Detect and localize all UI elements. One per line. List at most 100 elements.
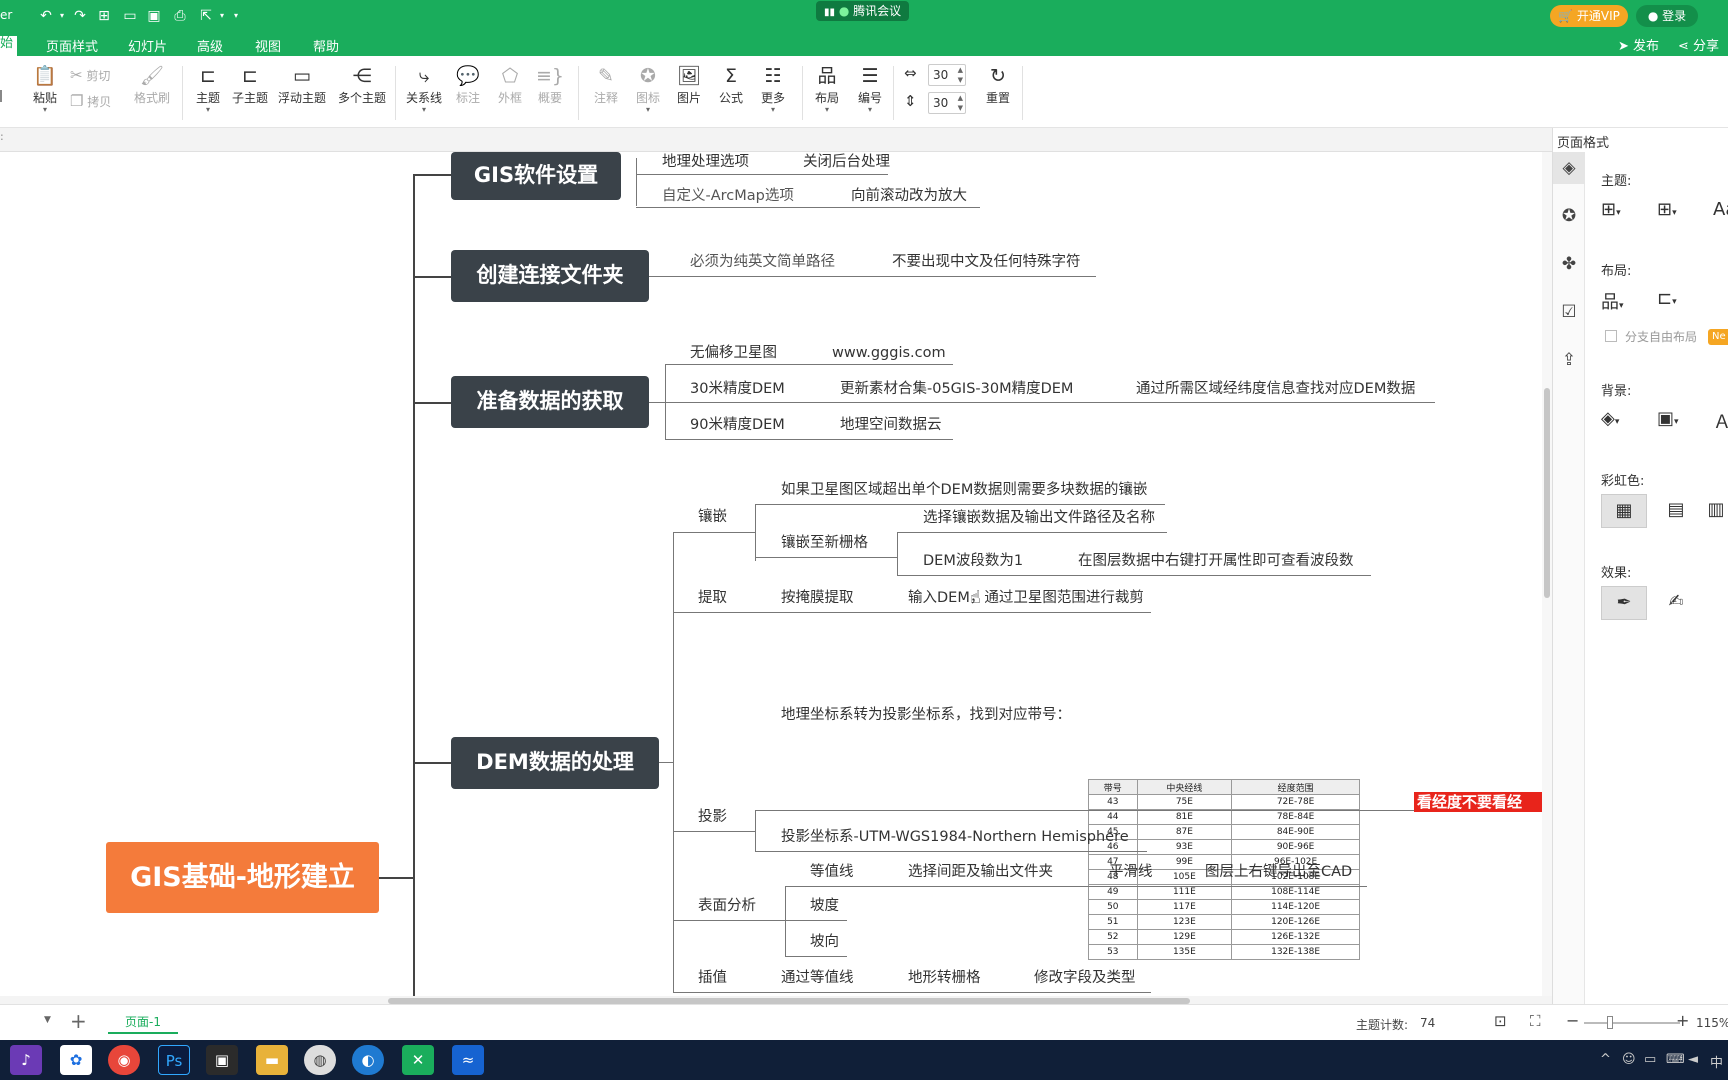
- background-image-icon[interactable]: ▣▾: [1657, 408, 1679, 429]
- login-button[interactable]: ● 登录: [1636, 5, 1698, 27]
- branch-label[interactable]: 投影: [698, 807, 727, 827]
- multi-topic-button[interactable]: ⋲ 多个主题: [338, 62, 386, 124]
- branch-label[interactable]: 通过等值线: [781, 968, 854, 988]
- branch-label[interactable]: 选择间距及输出文件夹: [908, 862, 1053, 882]
- clover-icon[interactable]: ✤: [1553, 248, 1585, 280]
- float-topic-button[interactable]: ▭ 浮动主题: [278, 62, 326, 124]
- branch-label[interactable]: 修改字段及类型: [1034, 968, 1136, 988]
- camera-app-icon[interactable]: ▣: [206, 1045, 238, 1075]
- mindmap-app-icon[interactable]: ✕: [402, 1045, 434, 1075]
- spin-arrows-icon[interactable]: ▲ ▼: [958, 93, 963, 113]
- tray-user-icon[interactable]: ☺: [1622, 1052, 1636, 1067]
- undo-dropdown-icon[interactable]: ▾: [54, 8, 70, 24]
- undo-icon[interactable]: ↶: [38, 8, 54, 24]
- branch-label[interactable]: 按掩膜提取: [781, 588, 854, 608]
- tab-slides[interactable]: 幻灯片: [128, 36, 167, 55]
- branch-label[interactable]: 通过所需区域经纬度信息查找对应DEM数据: [1136, 379, 1415, 399]
- zoom-level[interactable]: 115%: [1696, 1016, 1728, 1030]
- tab-help[interactable]: 帮助: [313, 36, 339, 55]
- theme-layout-icon[interactable]: ⊞▾: [1657, 199, 1677, 220]
- branch-label[interactable]: 镶嵌: [698, 507, 727, 527]
- topic-create-folder[interactable]: 创建连接文件夹: [451, 250, 649, 302]
- more-button[interactable]: ☷ 更多 ▾: [751, 62, 795, 124]
- ime-language[interactable]: 中: [1710, 1052, 1723, 1071]
- branch-label[interactable]: 地理坐标系转为投影坐标系，找到对应带号：: [781, 705, 1071, 725]
- network-app-icon[interactable]: ✿: [60, 1045, 92, 1075]
- page-tab[interactable]: 页面-1: [108, 1010, 178, 1034]
- file-explorer-icon[interactable]: ▬: [256, 1045, 288, 1075]
- font-style-icon[interactable]: Aa: [1713, 199, 1728, 220]
- mindmap-canvas[interactable]: GIS基础-地形建立 GIS软件设置 地理处理选项 关闭后台处理 自定义-Arc…: [0, 152, 1552, 1000]
- tab-start[interactable]: 始: [0, 36, 18, 56]
- branch-label[interactable]: 选择镶嵌数据及输出文件路径及名称: [923, 508, 1155, 528]
- zoom-in-icon[interactable]: +: [1676, 1011, 1689, 1030]
- branch-label[interactable]: 在图层数据中右键打开属性即可查看波段数: [1078, 551, 1354, 571]
- share-button[interactable]: ⋖ 分享: [1678, 35, 1719, 54]
- theme-grid-icon[interactable]: ⊞▾: [1601, 199, 1621, 220]
- save-icon[interactable]: ▣: [146, 8, 162, 24]
- tab-view[interactable]: 视图: [255, 36, 281, 55]
- publish-button[interactable]: ➤ 发布: [1618, 35, 1659, 54]
- rainbow-grid-option[interactable]: ▦: [1601, 494, 1647, 528]
- topic-dem-processing[interactable]: DEM数据的处理: [451, 737, 659, 789]
- customize-toolbar-icon[interactable]: ▾: [228, 8, 244, 24]
- tray-keyboard-icon[interactable]: ⌨: [1666, 1052, 1685, 1067]
- branch-label[interactable]: 如果卫星图区域超出单个DEM数据则需要多块数据的镶嵌: [781, 480, 1147, 500]
- topic-gis-settings[interactable]: GIS软件设置: [451, 152, 621, 200]
- fill-bucket-icon[interactable]: ◈▾: [1601, 408, 1619, 429]
- tray-chevron-icon[interactable]: ^: [1600, 1052, 1611, 1067]
- rainbow-grid-option[interactable]: ▥: [1703, 494, 1728, 528]
- tab-advanced[interactable]: 高级: [197, 36, 223, 55]
- topic-data-acquisition[interactable]: 准备数据的获取: [451, 376, 649, 428]
- upload-icon[interactable]: ⇪: [1553, 344, 1585, 376]
- copy-button[interactable]: ❐ 拷贝: [70, 92, 111, 110]
- open-folder-icon[interactable]: ▭: [122, 8, 138, 24]
- branch-label[interactable]: 输入DEM，通过卫星图范围进行裁剪: [908, 588, 1144, 608]
- arcgis-icon[interactable]: ◐: [352, 1045, 384, 1075]
- cut-button[interactable]: ✂ 剪切: [70, 66, 110, 84]
- watermark-icon[interactable]: Ａ: [1713, 408, 1728, 434]
- purple-app-icon[interactable]: ♪: [10, 1045, 42, 1075]
- effect-sketch-option[interactable]: ✍: [1653, 586, 1699, 620]
- free-layout-checkbox[interactable]: [1605, 330, 1617, 342]
- branch-label[interactable]: 地理空间数据云: [840, 415, 942, 435]
- effect-pen-option[interactable]: ✒: [1601, 586, 1647, 620]
- branch-label[interactable]: 提取: [698, 588, 727, 608]
- vertical-scrollbar[interactable]: [1542, 152, 1552, 1000]
- add-page-icon[interactable]: +: [70, 1009, 87, 1033]
- chrome-icon[interactable]: ◉: [108, 1045, 140, 1075]
- branch-label[interactable]: 不要出现中文及任何特殊字符: [892, 252, 1081, 272]
- format-painter-button[interactable]: 🖌 格式刷: [128, 62, 176, 124]
- org-layout-icon[interactable]: 品▾: [1601, 288, 1624, 314]
- branch-label[interactable]: 30米精度DEM: [690, 379, 785, 399]
- branch-label[interactable]: 镶嵌至新栅格: [781, 533, 868, 553]
- branch-label[interactable]: 坡度: [810, 896, 839, 916]
- rainbow-grid-option[interactable]: ▤: [1653, 494, 1699, 528]
- branch-label[interactable]: 投影坐标系-UTM-WGS1984-Northern Hemisphere: [781, 827, 1129, 847]
- branch-label[interactable]: 90米精度DEM: [690, 415, 785, 435]
- numbering-button[interactable]: ☰ 编号 ▾: [848, 62, 892, 124]
- photoshop-icon[interactable]: Ps: [158, 1045, 190, 1075]
- branch-label[interactable]: 等值线: [810, 862, 854, 882]
- branch-label[interactable]: 平滑线: [1109, 862, 1153, 882]
- h-spacing-input[interactable]: 30 ▲ ▼: [928, 64, 966, 86]
- meeting-indicator[interactable]: ▮▮ ● 腾讯会议: [816, 1, 910, 21]
- redo-icon[interactable]: ↷: [72, 8, 88, 24]
- fit-page-icon[interactable]: ⊡: [1494, 1012, 1507, 1030]
- branch-layout-icon[interactable]: ⊏▾: [1657, 288, 1677, 309]
- v-spacing-input[interactable]: 30 ▲ ▼: [928, 92, 966, 114]
- tray-screen-icon[interactable]: ▭: [1644, 1052, 1656, 1067]
- branch-label[interactable]: DEM波段数为1: [923, 551, 1023, 571]
- meeting-app-icon[interactable]: ≈: [452, 1045, 484, 1075]
- vip-button[interactable]: 🛒 开通VIP: [1550, 5, 1628, 27]
- branch-label[interactable]: 坡向: [810, 932, 839, 952]
- zoom-out-icon[interactable]: −: [1566, 1011, 1579, 1030]
- zoom-slider-thumb[interactable]: [1607, 1016, 1613, 1029]
- tray-speaker-icon[interactable]: ◄: [1688, 1052, 1698, 1067]
- branch-label[interactable]: 向前滚动改为放大: [851, 186, 967, 206]
- branch-label[interactable]: 自定义-ArcMap选项: [662, 186, 794, 206]
- style-icon[interactable]: ✪: [1553, 200, 1585, 232]
- branch-label[interactable]: 地理处理选项: [662, 152, 749, 172]
- branch-label[interactable]: www.gggis.com: [832, 343, 946, 363]
- spin-arrows-icon[interactable]: ▲ ▼: [958, 65, 963, 85]
